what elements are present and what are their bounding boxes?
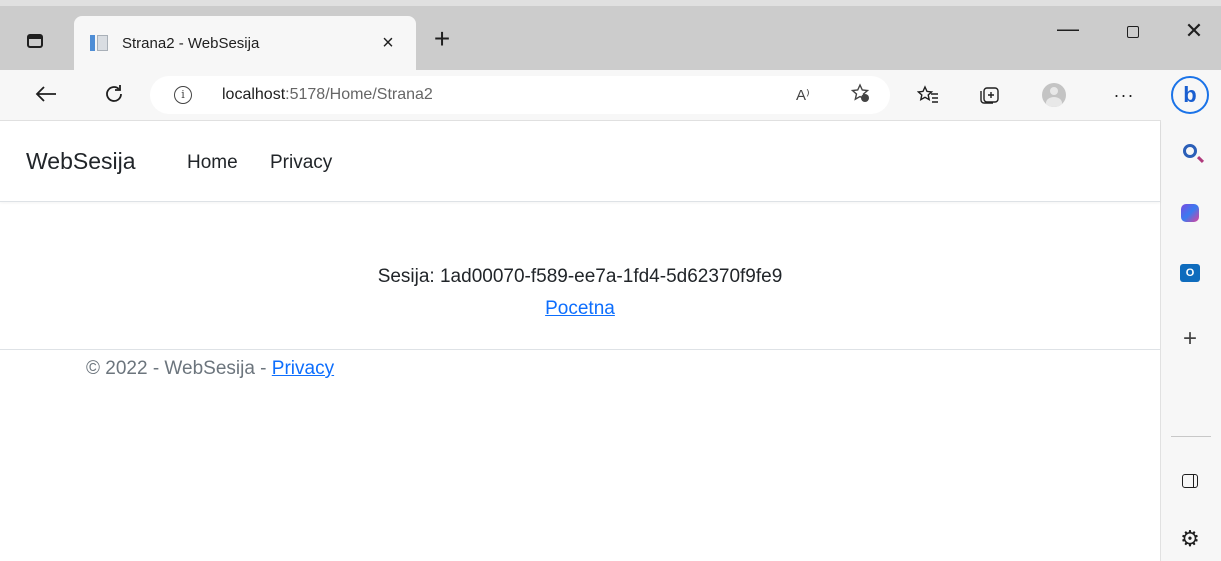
read-aloud-icon[interactable]: A⁾ [796,86,810,104]
url-host: localhost [222,86,286,103]
office-icon[interactable] [1175,198,1205,228]
footer-text: © 2022 - WebSesija - Privacy [86,358,334,380]
edge-sidebar: b O + ⚙ [1161,70,1221,561]
browser-titlebar: Strana2 - WebSesija × + — ✕ [0,0,1221,70]
new-tab-button[interactable]: + [428,24,456,54]
profile-avatar[interactable] [1040,82,1068,108]
tab-title: Strana2 - WebSesija [122,34,260,52]
add-sidebar-app-icon[interactable]: + [1175,324,1205,354]
maximize-button[interactable] [1113,22,1153,43]
outlook-icon[interactable]: O [1175,258,1205,288]
maximize-icon [1127,26,1139,38]
site-info-icon[interactable]: i [174,86,192,104]
url-path: :5178/Home/Strana2 [285,86,433,103]
add-favorite-icon[interactable] [850,82,870,108]
page-viewport: WebSesija Home Privacy Sesija: 1ad00070-… [0,120,1161,561]
settings-gear-icon[interactable]: ⚙ [1175,524,1205,554]
collections-icon[interactable] [976,82,1004,108]
refresh-icon [106,85,122,102]
main-content: Sesija: 1ad00070-f589-ee7a-1fd4-5d62370f… [0,261,1160,325]
browser-toolbar: i localhost:5178/Home/Strana2 A⁾ ··· [0,70,1221,120]
titlebar-edge [0,0,1221,6]
address-bar[interactable]: i localhost:5178/Home/Strana2 A⁾ [150,76,890,114]
page-favicon-icon [90,33,108,53]
minimize-button[interactable]: — [1048,16,1088,42]
more-options-button[interactable]: ··· [1110,82,1138,108]
hide-sidebar-icon[interactable] [1175,466,1205,496]
session-text: Sesija: 1ad00070-f589-ee7a-1fd4-5d62370f… [377,266,783,287]
close-window-button[interactable]: ✕ [1174,18,1214,44]
url-text[interactable]: localhost:5178/Home/Strana2 [222,86,433,104]
site-footer: © 2022 - WebSesija - Privacy [0,349,1160,409]
footer-privacy-link[interactable]: Privacy [272,358,334,379]
tab-close-button[interactable]: × [376,32,400,55]
pocetna-link[interactable]: Pocetna [545,298,615,319]
nav-home-link[interactable]: Home [187,152,238,174]
nav-privacy-link[interactable]: Privacy [270,152,332,174]
back-button[interactable] [28,76,64,112]
tab-actions-menu-icon[interactable] [22,29,48,53]
favorites-icon[interactable] [914,82,942,108]
sidebar-divider [1171,436,1211,437]
search-icon[interactable] [1175,136,1205,166]
footer-copyright: © 2022 - WebSesija - [86,358,272,379]
site-brand-link[interactable]: WebSesija [26,148,136,175]
bing-chat-icon[interactable]: b [1171,76,1209,114]
site-navbar: WebSesija Home Privacy [0,121,1160,202]
browser-tab-active[interactable]: Strana2 - WebSesija × [74,16,416,70]
arrow-left-icon [35,86,56,102]
refresh-button[interactable] [96,76,132,112]
